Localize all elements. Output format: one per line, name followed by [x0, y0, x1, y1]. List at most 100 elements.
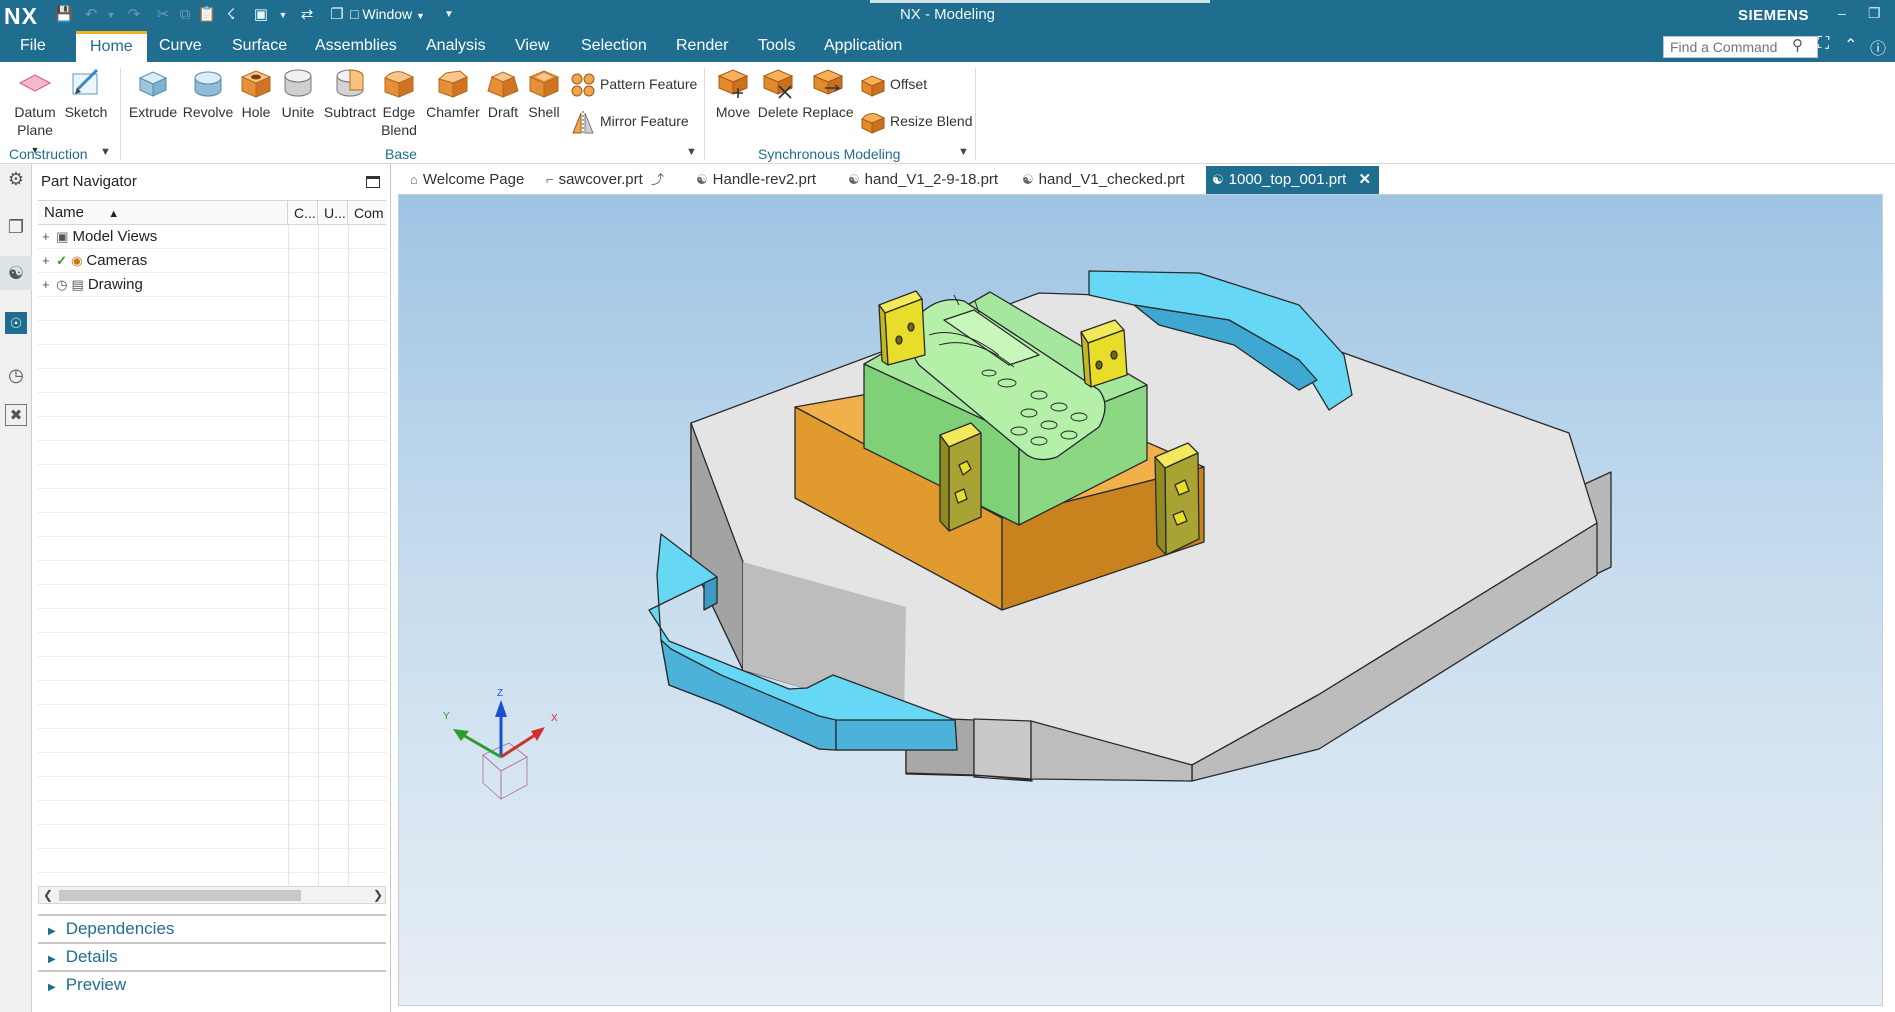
restore-icon[interactable]: ❐: [1868, 5, 1881, 22]
tree-grid-row: [38, 297, 386, 321]
clamp-front-left[interactable]: [939, 422, 982, 532]
search-icon[interactable]: ⚲: [1792, 36, 1803, 54]
help-icon[interactable]: ⓘ: [1870, 35, 1886, 59]
tree-node-model-views[interactable]: + ▣ Model Views: [42, 225, 157, 249]
grid-line: [318, 849, 319, 873]
menu-analysis[interactable]: Analysis: [418, 31, 494, 62]
column-header-comment[interactable]: Com: [348, 201, 386, 225]
dependencies-section[interactable]: ▶ Dependencies: [38, 914, 386, 942]
expand-icon[interactable]: +: [42, 225, 52, 249]
tab-1000-top-001[interactable]: ☯ 1000_top_001.prt ✕: [1206, 166, 1380, 194]
grid-line: [288, 633, 289, 657]
grid-line: [348, 849, 349, 873]
camera-icon: ◉: [71, 253, 83, 268]
graphics-window[interactable]: Z Y X: [398, 194, 1883, 1006]
minimize-icon[interactable]: –: [1838, 5, 1846, 21]
sort-ascending-icon: ▲: [108, 208, 120, 220]
tree-grid-row: [38, 753, 386, 777]
menu-surface[interactable]: Surface: [224, 31, 295, 62]
mirror-feature-button[interactable]: Mirror Feature: [570, 107, 689, 135]
tab-hand-v1-2-9-18[interactable]: ☯ hand_V1_2-9-18.prt: [842, 166, 1006, 194]
grid-line: [348, 393, 349, 417]
preview-section[interactable]: ▶ Preview: [38, 970, 386, 998]
tree-grid-row: [38, 825, 386, 849]
maximize-panel-icon[interactable]: [366, 176, 380, 188]
tree-node-cameras[interactable]: + ✓ ◉ Cameras: [42, 249, 147, 273]
menu-tools[interactable]: Tools: [750, 31, 803, 62]
y-axis-arrow: [462, 733, 502, 759]
resize-blend-button[interactable]: Resize Blend: [860, 107, 973, 135]
grid-line: [348, 489, 349, 513]
part-navigator-icon[interactable]: ☯: [0, 256, 32, 290]
scroll-right-icon[interactable]: ❯: [373, 887, 383, 903]
menu-selection[interactable]: Selection: [573, 31, 655, 62]
web-browser-icon[interactable]: ☉: [5, 312, 27, 334]
chamfer-button[interactable]: Chamfer: [426, 66, 480, 121]
clamp-front-right[interactable]: [1154, 442, 1200, 556]
column-header-current[interactable]: C...: [288, 201, 318, 225]
menu-file[interactable]: File: [12, 31, 54, 62]
sync-modeling-more-icon[interactable]: ▼: [958, 146, 969, 158]
tab-sawcover[interactable]: ⌐ sawcover.prt ⤴: [540, 166, 677, 194]
clamp-rear-right[interactable]: [1080, 319, 1128, 388]
draft-button[interactable]: Draft: [484, 66, 522, 121]
construction-more-icon[interactable]: ▼: [100, 146, 111, 158]
close-tab-icon[interactable]: ✕: [1358, 171, 1371, 188]
menu-view[interactable]: View: [507, 31, 557, 62]
shell-button[interactable]: Shell: [526, 66, 562, 121]
replace-face-button[interactable]: Replace: [802, 66, 854, 121]
tab-handle-rev2[interactable]: ☯ Handle-rev2.prt: [690, 166, 824, 194]
details-section[interactable]: ▶ Details: [38, 942, 386, 970]
extrude-button[interactable]: Extrude: [128, 66, 178, 121]
menu-application[interactable]: Application: [816, 31, 910, 62]
column-header-updated[interactable]: U...: [318, 201, 348, 225]
datum-plane-icon: [18, 74, 52, 92]
menu-render[interactable]: Render: [668, 31, 736, 62]
collapse-ribbon-icon[interactable]: ⌃: [1844, 35, 1857, 55]
offset-face-button[interactable]: Offset: [860, 70, 927, 98]
resource-bar-settings-icon[interactable]: ⚙: [5, 168, 27, 190]
pattern-feature-button[interactable]: Pattern Feature: [570, 70, 697, 98]
scroll-left-icon[interactable]: ❮: [43, 887, 53, 903]
column-header-name[interactable]: Name ▲: [38, 201, 288, 225]
subtract-button[interactable]: Subtract: [322, 66, 378, 121]
revolve-button[interactable]: Revolve: [182, 66, 234, 121]
delete-face-button[interactable]: Delete: [756, 66, 800, 121]
sheet-metal-part-icon: ⌐: [546, 172, 554, 187]
edge-blend-button[interactable]: Edge Blend: [380, 66, 418, 139]
tree-grid-row: [38, 561, 386, 585]
expand-section-icon: ▶: [48, 954, 56, 965]
model-scene[interactable]: Z Y X: [399, 195, 1883, 1006]
expand-icon[interactable]: +: [42, 273, 52, 297]
grid-line: [318, 705, 319, 729]
tree-grid-row: [38, 369, 386, 393]
expand-section-icon: ▶: [48, 926, 56, 937]
clamp-rear-left[interactable]: [878, 290, 926, 366]
hole-button[interactable]: Hole: [238, 66, 274, 121]
tab-welcome-page[interactable]: ⌂ Welcome Page: [404, 166, 532, 194]
base-more-icon[interactable]: ▼: [686, 146, 697, 158]
history-icon[interactable]: ◷: [5, 364, 27, 386]
menu-home[interactable]: Home: [76, 31, 147, 62]
expand-icon[interactable]: +: [42, 249, 52, 273]
tree-grid-row: [38, 465, 386, 489]
grid-line: [288, 345, 289, 369]
offset-face-icon: [860, 75, 886, 97]
assembly-navigator-icon[interactable]: ❐: [5, 216, 27, 238]
grid-line: [348, 321, 349, 345]
view-triad[interactable]: Z Y X: [443, 688, 558, 800]
menu-assemblies[interactable]: Assemblies: [307, 31, 405, 62]
tree-grid-row: [38, 801, 386, 825]
menu-curve[interactable]: Curve: [151, 31, 210, 62]
unite-button[interactable]: Unite: [278, 66, 318, 121]
scrollbar-thumb[interactable]: [59, 890, 301, 901]
sketch-button[interactable]: Sketch: [64, 66, 108, 121]
process-studio-icon[interactable]: ✖: [5, 404, 27, 426]
shell-icon: [528, 70, 560, 98]
full-screen-icon[interactable]: ⛶: [1818, 35, 1829, 53]
horizontal-scrollbar[interactable]: ❮ ❯: [38, 886, 386, 904]
tab-hand-v1-checked[interactable]: ☯ hand_V1_checked.prt: [1016, 166, 1193, 194]
tree-node-drawing[interactable]: + ◷ ▤ Drawing: [42, 273, 143, 297]
move-face-button[interactable]: Move: [712, 66, 754, 121]
tree-grid-row: [38, 489, 386, 513]
